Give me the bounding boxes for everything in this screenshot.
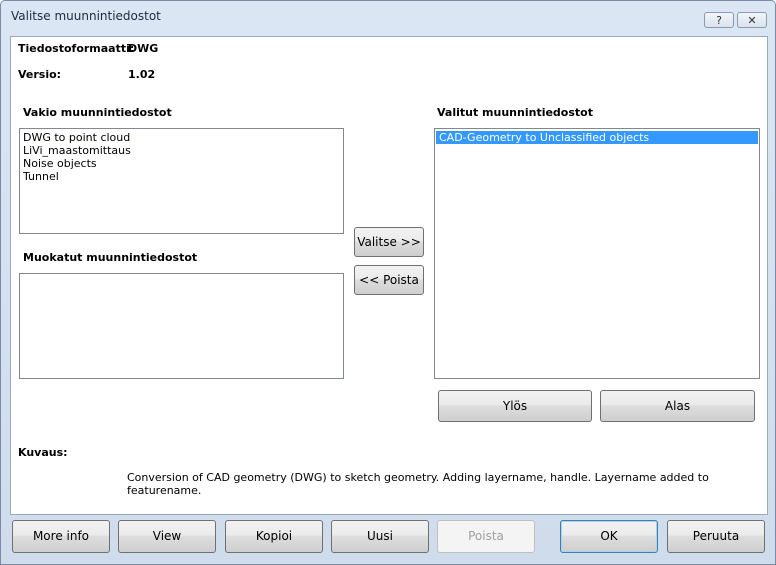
dialog-content: Tiedostoformaatti: DWG Versio: 1.02 Vaki… [10, 36, 768, 515]
description-label: Kuvaus: [18, 446, 68, 459]
move-down-button[interactable]: Alas [600, 390, 755, 422]
remove-button[interactable]: << Poista [354, 265, 424, 295]
window-title: Valitse muunnintiedostot [11, 9, 161, 23]
description-text: Conversion of CAD geometry (DWG) to sket… [127, 471, 709, 497]
custom-heading: Muokatut muunnintiedostot [23, 251, 198, 264]
cancel-button[interactable]: Peruuta [667, 520, 765, 553]
list-item[interactable]: Noise objects [20, 157, 343, 170]
new-button[interactable]: Uusi [331, 520, 429, 553]
dialog-window: Valitse muunnintiedostot ? ✕ Tiedostofor… [0, 0, 776, 565]
help-button[interactable]: ? [704, 12, 734, 28]
format-value: DWG [128, 42, 159, 55]
view-button[interactable]: View [118, 520, 216, 553]
delete-button[interactable]: Poista [437, 520, 535, 553]
list-item-selected[interactable]: CAD-Geometry to Unclassified objects [436, 131, 758, 144]
standard-heading: Vakio muunnintiedostot [23, 106, 172, 119]
standard-listbox[interactable]: DWG to point cloud LiVi_maastomittaus No… [19, 128, 344, 234]
version-label: Versio: [18, 68, 62, 81]
custom-listbox[interactable] [19, 273, 344, 379]
select-button[interactable]: Valitse >> [354, 227, 424, 257]
list-item[interactable]: Tunnel [20, 170, 343, 183]
selected-heading: Valitut muunnintiedostot [437, 106, 593, 119]
move-up-button[interactable]: Ylös [438, 390, 592, 422]
more-info-button[interactable]: More info [12, 520, 110, 553]
ok-button[interactable]: OK [560, 520, 658, 553]
title-bar: Valitse muunnintiedostot ? ✕ [1, 1, 775, 31]
copy-button[interactable]: Kopioi [225, 520, 323, 553]
close-button[interactable]: ✕ [737, 12, 767, 28]
list-item[interactable]: LiVi_maastomittaus [20, 144, 343, 157]
format-label: Tiedostoformaatti: [18, 42, 135, 55]
selected-listbox[interactable]: CAD-Geometry to Unclassified objects [434, 128, 760, 379]
version-value: 1.02 [128, 68, 156, 81]
list-item[interactable]: DWG to point cloud [20, 131, 343, 144]
